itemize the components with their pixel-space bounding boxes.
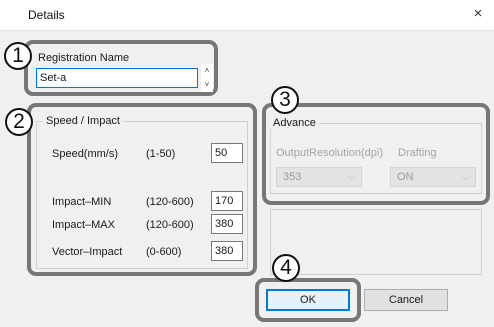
registration-spinner[interactable]: ˄ ˅ [201, 64, 213, 92]
impact-min-range: (120-600) [146, 196, 194, 208]
chevron-down-icon: ⌵ [462, 172, 469, 182]
vector-impact-range: (0-600) [146, 246, 182, 258]
drafting-select[interactable]: ON ⌵ [390, 167, 476, 187]
ok-button[interactable]: OK [266, 289, 350, 311]
output-resolution-select[interactable]: 353 ⌵ [276, 167, 362, 187]
impact-max-label: Impact–MAX [52, 219, 115, 231]
callout-number-4: 4 [272, 254, 300, 282]
callout-number-3: 3 [271, 86, 299, 114]
vector-impact-input[interactable]: 380 [211, 241, 243, 261]
impact-min-input[interactable]: 170 [211, 191, 243, 211]
registration-name-label: Registration Name [38, 52, 130, 64]
advance-legend: Advance [270, 117, 319, 129]
callout-number-1: 1 [4, 42, 32, 70]
spin-down-icon[interactable]: ˅ [201, 78, 213, 92]
vector-impact-label: Vector–Impact [52, 246, 123, 258]
title-bar: Details × [0, 0, 494, 31]
impact-min-label: Impact–MIN [52, 196, 112, 208]
drafting-value: ON [397, 171, 414, 183]
spin-up-icon[interactable]: ˄ [201, 64, 213, 78]
speed-range: (1-50) [146, 148, 176, 160]
chevron-down-icon: ⌵ [348, 172, 355, 182]
speed-label: Speed(mm/s) [52, 148, 119, 160]
speed-impact-legend: Speed / Impact [43, 115, 123, 127]
cancel-button[interactable]: Cancel [364, 289, 448, 311]
output-resolution-label: OutputResolution(dpi) [276, 147, 384, 159]
details-dialog: Details × 1 Registration Name Set-a ˄ ˅ … [0, 0, 494, 327]
empty-panel [270, 209, 482, 275]
close-icon[interactable]: × [468, 4, 488, 24]
registration-name-input[interactable]: Set-a [36, 68, 198, 88]
output-resolution-value: 353 [283, 171, 302, 183]
impact-max-range: (120-600) [146, 219, 194, 231]
callout-number-2: 2 [5, 108, 33, 136]
speed-input[interactable]: 50 [211, 143, 243, 163]
dialog-title: Details [28, 8, 65, 22]
impact-max-input[interactable]: 380 [211, 214, 243, 234]
drafting-label: Drafting [398, 147, 437, 159]
